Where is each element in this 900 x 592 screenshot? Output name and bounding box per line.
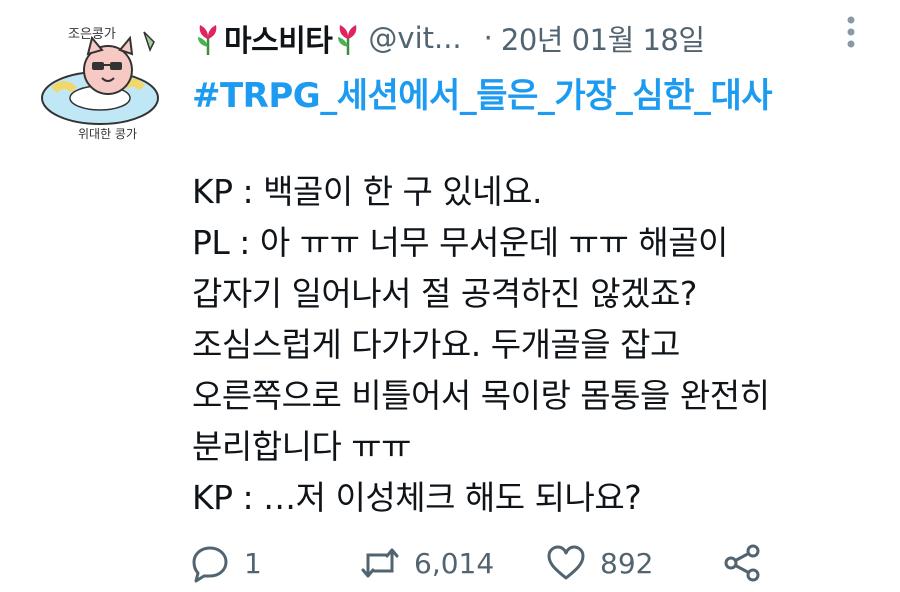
reply-count: 1 bbox=[244, 546, 262, 580]
hashtag-link[interactable]: #TRPG_세션에서_들은_가장_심한_대사 bbox=[192, 68, 773, 117]
author-name[interactable]: 마스비타 bbox=[224, 16, 333, 60]
share-button[interactable] bbox=[722, 543, 762, 583]
more-icon[interactable] bbox=[836, 12, 866, 52]
avatar-text-bottom: 위대한 콩가 bbox=[78, 127, 137, 141]
tweet-line: 조심스럽게 다가가요. 두개골을 잡고 bbox=[192, 325, 680, 364]
tweet-header: 마스비타 @vit... · 20년 01월 18일 bbox=[196, 16, 886, 60]
tweet-line: 갑자기 일어나서 절 공격하진 않겠죠? bbox=[192, 274, 697, 313]
reply-button[interactable]: 1 bbox=[190, 543, 360, 583]
share-icon bbox=[724, 544, 760, 582]
tweet-line: KP : …저 이성체크 해도 되나요? bbox=[192, 478, 642, 517]
tweet-line: 분리합니다 ㅠㅠ bbox=[192, 427, 412, 466]
avatar[interactable]: 조은콩가 위대한 콩가 bbox=[28, 10, 178, 144]
retweet-icon bbox=[361, 548, 399, 578]
action-bar: 1 6,014 892 bbox=[190, 540, 870, 586]
tweet-line: 오른쪽으로 비틀어서 목이랑 몸통을 완전히 bbox=[192, 376, 770, 415]
retweet-button[interactable]: 6,014 bbox=[360, 543, 546, 583]
tweet-line: PL : 아 ㅠㅠ 너무 무서운데 ㅠㅠ 해골이 bbox=[192, 223, 728, 262]
like-icon bbox=[547, 545, 585, 580]
tweet-line: KP : 백골이 한 구 있네요. bbox=[192, 172, 542, 211]
avatar-text-top: 조은콩가 bbox=[68, 27, 116, 42]
like-button[interactable]: 892 bbox=[546, 543, 722, 583]
reply-icon bbox=[192, 546, 228, 583]
tulip-icon bbox=[198, 25, 217, 55]
retweet-count: 6,014 bbox=[414, 546, 495, 580]
tweet-date[interactable]: 20년 01월 18일 bbox=[501, 17, 705, 59]
author-handle[interactable]: @vit... bbox=[368, 21, 461, 55]
tulip-icon bbox=[338, 25, 357, 55]
tweet-text: KP : 백골이 한 구 있네요. PL : 아 ㅠㅠ 너무 무서운데 ㅠㅠ 해… bbox=[192, 166, 872, 523]
separator-dot: · bbox=[483, 21, 493, 55]
like-count: 892 bbox=[600, 546, 654, 580]
